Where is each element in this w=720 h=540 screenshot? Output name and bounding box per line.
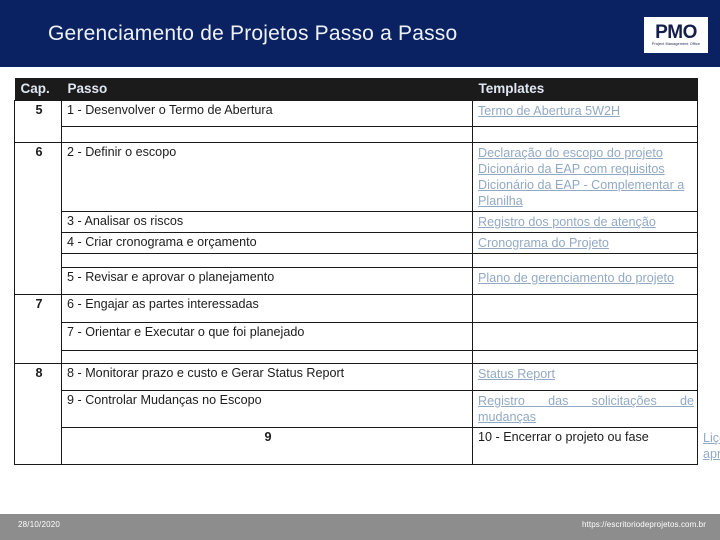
step-cell [61,350,473,364]
table-header-row: Cap. Passo Templates [14,78,698,101]
slide-root: Gerenciamento de Projetos Passo a Passo … [0,0,720,540]
table-header: Cap. Passo Templates [14,78,698,101]
step-cell: 2 - Definir o escopo [61,142,473,212]
template-link[interactable]: mudanças [478,409,694,425]
table-row: 4 - Criar cronograma e orçamento Cronogra… [15,232,698,254]
table-row: 76 - Engajar as partes interessadas [14,294,698,364]
table-row: 62 - Definir o escopo Declaração do escop… [14,142,698,295]
chapter-number-cell: 9 [61,427,473,465]
template-cell: Registro das solicitações de mudanças [472,390,698,428]
step-cell: 5 - Revisar e aprovar o planejamento [61,267,473,295]
template-cell [472,294,698,323]
template-link[interactable]: Status Report [478,366,694,382]
table-row: 5 - Revisar e aprovar o planejamento Plan… [15,267,698,295]
table-row [15,350,698,364]
step-cell: 10 - Encerrar o projeto ou fase [472,427,698,465]
table-row: 910 - Encerrar o projeto ou faseLições a… [15,427,720,465]
template-link[interactable]: Plano de gerenciamento do projeto [478,270,694,286]
step-cell: 6 - Engajar as partes interessadas [61,294,473,323]
pmo-logo-subtitle: Project Management Office [651,42,701,46]
template-cell [472,253,698,268]
template-cell [472,126,698,143]
step-cell [61,126,473,143]
chapter-number-cell: 5 [14,100,62,143]
column-header-passo: Passo [61,78,473,101]
table-row: 7 - Orientar e Executar o que foi planej… [15,322,698,351]
step-cell: 4 - Criar cronograma e orçamento [61,232,473,254]
footer-url[interactable]: https://escritoriodeprojetos.com.br [582,520,706,529]
template-link[interactable]: Termo de Abertura 5W2H [478,103,694,119]
table-body: 51 - Desenvolver o Termo de Abertura Term… [14,100,720,465]
template-link[interactable]: Dicionário da EAP - Complementar a Plani… [478,177,694,209]
step-cell: 8 - Monitorar prazo e custo e Gerar Stat… [61,363,473,391]
template-cell: Plano de gerenciamento do projeto [472,267,698,295]
table-row [15,126,698,143]
table-row: 9 - Controlar Mudanças no Escopo Registro… [15,390,698,428]
template-link[interactable]: Cronograma do Projeto [478,235,694,251]
page-title: Gerenciamento de Projetos Passo a Passo [48,22,458,45]
step-cell: 9 - Controlar Mudanças no Escopo [61,390,473,428]
template-cell: Declaração do escopo do projeto Dicionári… [472,142,698,212]
column-header-templates: Templates [472,78,698,101]
steps-table: Cap. Passo Templates 51 - Desenvolver o … [14,78,720,465]
chapter-number-cell: 6 [14,142,62,295]
template-cell: Status Report [472,363,698,391]
table-row: 3 - Analisar os riscos Registro dos ponto… [15,211,698,233]
template-link[interactable]: Registro das solicitações de [478,393,694,409]
template-cell [472,322,698,351]
step-cell: 1 - Desenvolver o Termo de Abertura [61,100,473,127]
pmo-logo: PMO Project Management Office [644,17,708,53]
template-cell [472,350,698,364]
table-row: 51 - Desenvolver o Termo de Abertura Term… [14,100,698,143]
chapter-number-cell: 8 [14,363,62,465]
template-link[interactable]: Registro dos pontos de atenção [478,214,694,230]
step-cell: 7 - Orientar e Executar o que foi planej… [61,322,473,351]
template-cell: Termo de Abertura 5W2H [472,100,698,127]
column-header-cap: Cap. [14,78,62,101]
template-cell: Registro dos pontos de atenção [472,211,698,233]
template-link[interactable]: Dicionário da EAP com requisitos [478,161,694,177]
table-row: 88 - Monitorar prazo e custo e Gerar Sta… [14,363,698,465]
steps-table-wrapper: Cap. Passo Templates 51 - Desenvolver o … [14,78,720,465]
template-link[interactable]: Declaração do escopo do projeto [478,145,694,161]
table-row [15,253,698,268]
pmo-logo-text: PMO [655,22,697,43]
chapter-number-cell: 7 [14,294,62,364]
template-cell: Cronograma do Projeto [472,232,698,254]
step-cell: 3 - Analisar os riscos [61,211,473,233]
step-cell [61,253,473,268]
title-banner: Gerenciamento de Projetos Passo a Passo … [0,0,720,67]
footer-date: 28/10/2020 [18,520,61,529]
